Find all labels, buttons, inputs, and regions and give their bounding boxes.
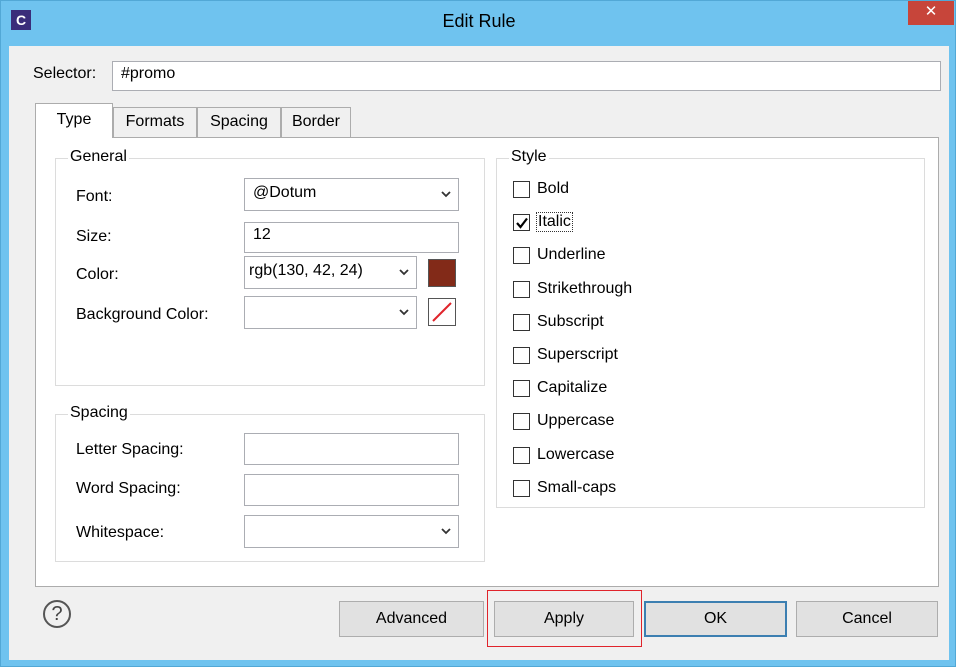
whitespace-label: Whitespace: [76, 524, 165, 541]
word-spacing-input[interactable] [244, 474, 459, 506]
uppercase-checkbox[interactable] [513, 413, 530, 430]
edit-rule-dialog: C Edit Rule ✕ Selector: #promo Type Form… [0, 0, 956, 667]
superscript-checkbox[interactable] [513, 347, 530, 364]
style-option-label: Underline [537, 246, 606, 263]
close-icon: ✕ [924, 3, 938, 20]
color-select[interactable]: rgb(130, 42, 24) [244, 256, 417, 289]
letter-spacing-label: Letter Spacing: [76, 441, 184, 458]
color-swatch-button[interactable] [428, 259, 456, 287]
ok-button[interactable]: OK [644, 601, 787, 637]
general-group-title: General [68, 148, 129, 166]
lowercase-checkbox[interactable] [513, 447, 530, 464]
style-option-bold[interactable]: Bold [513, 179, 813, 201]
style-option-subscript[interactable]: Subscript [513, 312, 813, 334]
tab-border-label: Border [291, 113, 341, 130]
word-spacing-label: Word Spacing: [76, 480, 181, 497]
italic-checkbox[interactable] [513, 214, 530, 231]
underline-checkbox[interactable] [513, 247, 530, 264]
chevron-down-icon [399, 309, 409, 316]
dialog-title: Edit Rule [442, 11, 516, 31]
chevron-down-icon [441, 528, 451, 535]
style-option-superscript[interactable]: Superscript [513, 345, 813, 367]
apply-button[interactable]: Apply [494, 601, 634, 637]
tab-type-label: Type [56, 111, 92, 128]
color-label: Color: [76, 266, 119, 283]
style-option-label: Subscript [537, 313, 604, 330]
advanced-button[interactable]: Advanced [339, 601, 484, 637]
help-icon: ? [51, 603, 63, 625]
style-option-uppercase[interactable]: Uppercase [513, 411, 813, 433]
title-bar[interactable]: C Edit Rule ✕ [1, 1, 956, 46]
chevron-down-icon [399, 269, 409, 276]
spacing-group-title: Spacing [68, 404, 130, 422]
style-option-label: Italic [536, 212, 573, 232]
style-option-label: Capitalize [537, 379, 608, 396]
font-select[interactable]: @Dotum [244, 178, 459, 211]
chevron-down-icon [441, 191, 451, 198]
style-option-small-caps[interactable]: Small-caps [513, 478, 813, 500]
font-select-value: @Dotum [253, 184, 317, 201]
tab-type[interactable]: Type [35, 103, 113, 138]
font-label: Font: [76, 188, 113, 205]
type-tab-panel: General Font: @Dotum Size: 12 Color: rgb… [35, 137, 939, 587]
selector-label: Selector: [33, 65, 97, 82]
color-select-value: rgb(130, 42, 24) [249, 262, 363, 279]
subscript-checkbox[interactable] [513, 314, 530, 331]
style-option-label: Lowercase [537, 446, 615, 463]
style-option-capitalize[interactable]: Capitalize [513, 378, 813, 400]
style-option-label: Bold [537, 180, 570, 197]
strikethrough-checkbox[interactable] [513, 281, 530, 298]
small-caps-checkbox[interactable] [513, 480, 530, 497]
style-option-label: Superscript [537, 346, 618, 363]
tab-formats[interactable]: Formats [113, 107, 197, 137]
size-label: Size: [76, 228, 112, 245]
letter-spacing-input[interactable] [244, 433, 459, 465]
size-input[interactable]: 12 [244, 222, 459, 253]
style-option-label: Uppercase [537, 412, 615, 429]
tab-formats-label: Formats [125, 113, 185, 130]
selector-input[interactable]: #promo [112, 61, 941, 91]
cancel-button[interactable]: Cancel [796, 601, 938, 637]
close-button[interactable]: ✕ [908, 1, 954, 25]
bold-checkbox[interactable] [513, 181, 530, 198]
background-color-swatch-button[interactable] [428, 298, 456, 326]
style-option-italic[interactable]: Italic [513, 212, 813, 234]
style-option-label: Small-caps [537, 479, 617, 496]
background-color-select[interactable] [244, 296, 417, 329]
style-option-underline[interactable]: Underline [513, 245, 813, 267]
check-icon [516, 217, 528, 229]
style-group-title: Style [509, 148, 549, 166]
dialog-body: Selector: #promo Type Formats Spacing Bo… [9, 46, 949, 660]
capitalize-checkbox[interactable] [513, 380, 530, 397]
background-color-label: Background Color: [76, 306, 209, 323]
tab-spacing[interactable]: Spacing [197, 107, 281, 137]
style-option-lowercase[interactable]: Lowercase [513, 445, 813, 467]
help-button[interactable]: ? [43, 600, 71, 628]
style-option-strikethrough[interactable]: Strikethrough [513, 279, 813, 301]
whitespace-select[interactable] [244, 515, 459, 548]
tab-border[interactable]: Border [281, 107, 351, 137]
style-option-label: Strikethrough [537, 280, 633, 297]
tab-spacing-label: Spacing [210, 113, 268, 130]
no-color-icon [432, 302, 452, 322]
